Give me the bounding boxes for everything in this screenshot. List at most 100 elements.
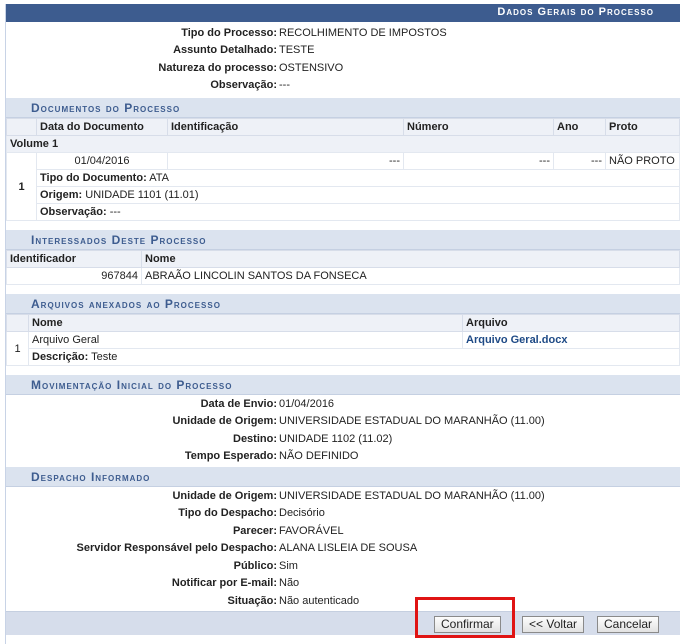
- doc-origem-value: UNIDADE 1101 (11.01): [85, 189, 199, 201]
- section-documentos: Documentos do Processo: [6, 98, 680, 118]
- field-row: Situação: Não autenticado: [6, 592, 680, 610]
- table-row: Descrição: Teste: [7, 348, 680, 366]
- panel-title: Dados Gerais do Processo: [6, 4, 680, 22]
- field-label: Tipo do Despacho:: [178, 507, 277, 520]
- section-interessados: Interessados Deste Processo: [6, 230, 680, 250]
- field-value: Não: [279, 577, 300, 590]
- field-label: Servidor Responsável pelo Despacho:: [76, 542, 277, 555]
- col-protocolo: Proto: [605, 118, 680, 136]
- field-value: UNIVERSIDADE ESTADUAL DO MARANHÃO (11.00…: [279, 415, 545, 428]
- field-row: Tipo do Processo: RECOLHIMENTO DE IMPOSTO…: [6, 24, 680, 42]
- table-row: 1 Arquivo Geral Arquivo Geral.docx: [6, 331, 680, 366]
- field-label: Notificar por E-mail:: [171, 577, 277, 590]
- section-movimentacao: Movimentação Inicial do Processo: [6, 375, 680, 395]
- confirmar-button[interactable]: Confirmar: [434, 616, 501, 633]
- field-value: TESTE: [279, 44, 315, 57]
- row-index: 1: [6, 152, 37, 221]
- col-data: Data do Documento: [36, 118, 168, 136]
- section-arquivos: Arquivos anexados ao Processo: [6, 294, 680, 314]
- field-label: Observação:: [210, 79, 277, 92]
- row-index: 1: [6, 331, 29, 366]
- field-row: Natureza do processo: OSTENSIVO: [6, 59, 680, 77]
- doc-ano: ---: [553, 152, 606, 170]
- index-header: [6, 314, 29, 332]
- field-label: Unidade de Origem:: [172, 489, 277, 502]
- interessados-table: Identificador Nome 967844 ABRAÃO LINCOLI…: [6, 250, 680, 285]
- process-panel: Dados Gerais do Processo Tipo do Process…: [5, 4, 680, 644]
- table-header: Data do Documento Identificação Número A…: [6, 118, 680, 136]
- doc-tipo-value: ATA: [149, 172, 169, 184]
- field-label: Unidade de Origem:: [172, 415, 277, 428]
- field-label: Situação:: [227, 594, 277, 607]
- doc-tipo-label: Tipo do Documento:: [40, 172, 147, 184]
- table-header: Nome Arquivo: [6, 314, 680, 332]
- interessado-id: 967844: [6, 267, 142, 285]
- field-row: Tipo do Despacho: Decisório: [6, 505, 680, 523]
- field-row: Notificar por E-mail: Não: [6, 575, 680, 593]
- field-label: Data de Envio:: [200, 397, 277, 410]
- field-row: Unidade de Origem: UNIVERSIDADE ESTADUAL …: [6, 413, 680, 431]
- col-nome: Nome: [141, 250, 680, 268]
- field-label: Parecer:: [232, 524, 277, 537]
- field-row: Assunto Detalhado: TESTE: [6, 42, 680, 60]
- table-row: 967844 ABRAÃO LINCOLIN SANTOS DA FONSECA: [6, 267, 680, 285]
- action-bar: Confirmar << Voltar Cancelar: [6, 611, 680, 635]
- field-label: Destino:: [233, 432, 277, 445]
- field-value: UNIVERSIDADE ESTADUAL DO MARANHÃO (11.00…: [279, 489, 545, 502]
- interessado-nome: ABRAÃO LINCOLIN SANTOS DA FONSECA: [141, 267, 680, 285]
- table-row: Tipo do Documento: ATA: [7, 169, 680, 187]
- field-row: Unidade de Origem: UNIVERSIDADE ESTADUAL …: [6, 487, 680, 505]
- field-value: RECOLHIMENTO DE IMPOSTOS: [279, 26, 447, 39]
- doc-obs-value: ---: [109, 206, 121, 218]
- table-header: Identificador Nome: [6, 250, 680, 268]
- col-arquivo: Arquivo: [462, 314, 680, 332]
- doc-protocolo: NÃO PROTO: [605, 152, 680, 170]
- documents-table: Data do Documento Identificação Número A…: [6, 118, 680, 221]
- field-value: ALANA LISLEIA DE SOUSA: [279, 542, 418, 555]
- field-row: Servidor Responsável pelo Despacho: ALANA…: [6, 540, 680, 558]
- index-header: [6, 118, 37, 136]
- doc-date: 01/04/2016: [36, 152, 168, 170]
- movimentacao-info: Data de Envio: 01/04/2016 Unidade de Orig…: [6, 395, 680, 465]
- field-value: Não autenticado: [279, 594, 360, 607]
- field-value: UNIDADE 1102 (11.02): [279, 432, 393, 445]
- general-info: Tipo do Processo: RECOLHIMENTO DE IMPOSTO…: [6, 24, 680, 94]
- field-value: OSTENSIVO: [279, 61, 344, 74]
- col-arquivo-nome: Nome: [28, 314, 463, 332]
- section-despacho: Despacho Informado: [6, 467, 680, 487]
- field-value: 01/04/2016: [279, 397, 335, 410]
- cancelar-button[interactable]: Cancelar: [597, 616, 660, 633]
- field-row: Data de Envio: 01/04/2016: [6, 395, 680, 413]
- field-row: Observação: ---: [6, 77, 680, 95]
- table-row: Origem: UNIDADE 1101 (11.01): [7, 186, 680, 204]
- table-row: 1 01/04/2016 --- --- --- NÃO PROTO: [6, 152, 680, 221]
- field-row: Tempo Esperado: NÃO DEFINIDO: [6, 448, 680, 466]
- col-identificacao: Identificação: [167, 118, 404, 136]
- arquivo-descricao: Descrição: Teste: [28, 348, 680, 366]
- field-row: Parecer: FAVORÁVEL: [6, 522, 680, 540]
- col-identificador: Identificador: [6, 250, 142, 268]
- field-label: Assunto Detalhado:: [173, 44, 277, 57]
- arquivo-desc-label: Descrição:: [32, 351, 89, 363]
- doc-origem-label: Origem:: [40, 189, 83, 201]
- volume-row: Volume 1: [6, 135, 680, 153]
- arquivo-nome: Arquivo Geral: [28, 331, 463, 349]
- doc-origem: Origem: UNIDADE 1101 (11.01): [36, 186, 680, 204]
- arquivo-download-link[interactable]: Arquivo Geral.docx: [462, 331, 680, 349]
- doc-obs-label: Observação:: [40, 206, 107, 218]
- volume-label: Volume 1: [6, 135, 680, 153]
- col-numero: Número: [403, 118, 554, 136]
- field-label: Tempo Esperado:: [184, 450, 277, 463]
- field-value: Decisório: [279, 507, 325, 520]
- field-value: ---: [279, 79, 290, 92]
- doc-identificacao: ---: [167, 152, 404, 170]
- voltar-button[interactable]: << Voltar: [522, 616, 585, 633]
- field-value: NÃO DEFINIDO: [279, 450, 359, 463]
- doc-numero: ---: [403, 152, 554, 170]
- col-ano: Ano: [553, 118, 606, 136]
- table-row: Observação: ---: [7, 203, 680, 221]
- doc-tipo: Tipo do Documento: ATA: [36, 169, 680, 187]
- doc-obs: Observação: ---: [36, 203, 680, 221]
- field-value: Sim: [279, 559, 298, 572]
- field-row: Público: Sim: [6, 557, 680, 575]
